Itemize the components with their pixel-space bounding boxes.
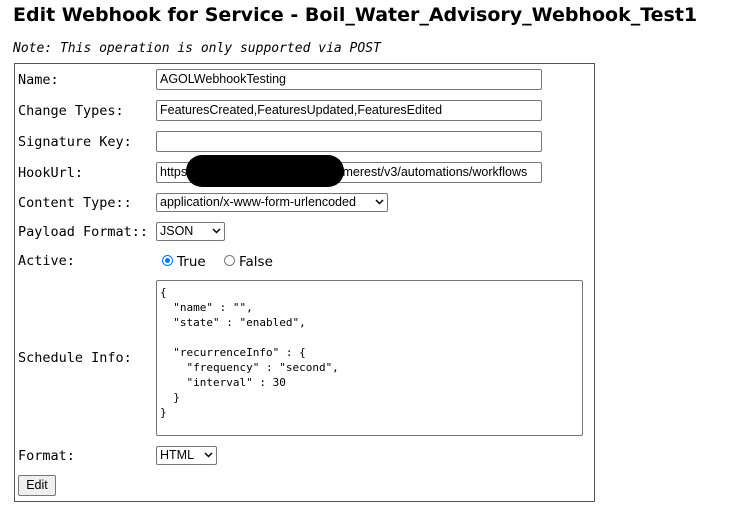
active-label: Active: — [18, 253, 75, 269]
signature-key-input[interactable] — [156, 131, 542, 152]
active-false-label[interactable]: False — [239, 254, 273, 270]
schedule-info-label: Schedule Info: — [18, 350, 132, 366]
change-types-input[interactable]: FeaturesCreated,FeaturesUpdated,Features… — [156, 100, 542, 121]
chevron-down-icon — [212, 223, 221, 240]
active-true-label[interactable]: True — [177, 254, 206, 270]
format-select[interactable]: HTML — [156, 446, 217, 465]
name-input[interactable]: AGOLWebhookTesting — [156, 69, 542, 90]
change-types-label: Change Types: — [18, 103, 124, 119]
payload-format-value: JSON — [160, 224, 194, 238]
resize-grip-icon[interactable] — [572, 425, 580, 433]
chevron-down-icon — [204, 447, 213, 464]
content-type-label: Content Type:: — [18, 195, 132, 211]
hook-url-suffix: fmerest/v3/automations/workflows — [339, 165, 528, 179]
chevron-down-icon — [375, 194, 384, 211]
content-type-select[interactable]: application/x-www-form-urlencoded — [156, 193, 388, 212]
content-type-value: application/x-www-form-urlencoded — [160, 195, 356, 209]
payload-format-label: Payload Format:: — [18, 224, 149, 240]
schedule-info-textarea[interactable]: { "name" : "", "state" : "enabled", "rec… — [156, 280, 583, 436]
edit-button[interactable]: Edit — [18, 475, 56, 496]
payload-format-select[interactable]: JSON — [156, 222, 225, 241]
format-value: HTML — [160, 448, 195, 462]
schedule-info-text: { "name" : "", "state" : "enabled", "rec… — [160, 286, 339, 419]
post-only-note: Note: This operation is only supported v… — [13, 41, 381, 56]
active-false-radio[interactable] — [224, 255, 235, 266]
signature-key-label: Signature Key: — [18, 134, 132, 150]
active-true-radio[interactable] — [162, 255, 173, 266]
redaction-mark — [186, 155, 344, 187]
hook-url-label: HookUrl: — [18, 165, 84, 181]
name-label: Name: — [18, 72, 59, 88]
page-title: Edit Webhook for Service - Boil_Water_Ad… — [13, 4, 698, 26]
format-label: Format: — [18, 448, 75, 464]
